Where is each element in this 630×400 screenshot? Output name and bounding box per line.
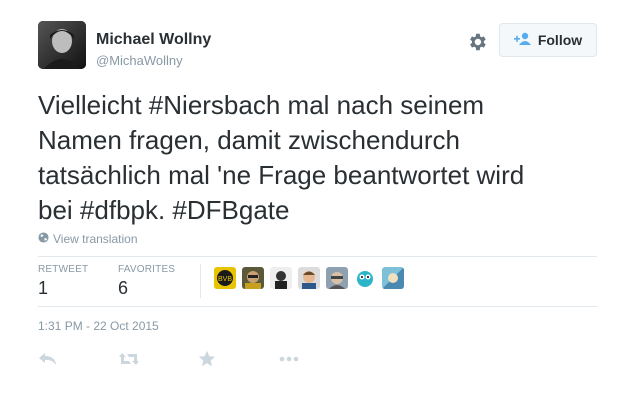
retweet-count[interactable]: RETWEET 1 (38, 264, 88, 299)
retweet-icon[interactable] (118, 350, 140, 370)
follow-label: Follow (537, 32, 583, 48)
divider (38, 256, 597, 257)
favorites-count[interactable]: FAVORITES 6 (118, 264, 175, 299)
favoriter-avatar[interactable]: BVB (214, 267, 236, 289)
favoriter-avatar[interactable] (298, 267, 320, 289)
favorites-label: FAVORITES (118, 264, 176, 275)
tweet-line: tatsächlich mal 'ne Frage beantwortet wi… (38, 160, 525, 190)
favorite-icon[interactable] (198, 350, 220, 370)
avatar-image (38, 21, 86, 69)
favoriter-avatar[interactable] (382, 267, 404, 289)
tweet-line: bei #dfbpk. #DFBgate (38, 195, 290, 225)
view-translation-link[interactable]: View translation (38, 232, 138, 246)
favoriter-avatar[interactable] (270, 267, 292, 289)
tweet-timestamp[interactable]: 1:31 PM - 22 Oct 2015 (38, 319, 159, 333)
tweet-line: Vielleicht #Niersbach mal nach seinem (38, 90, 485, 120)
favoriter-avatar[interactable] (242, 267, 264, 289)
profile-avatar[interactable] (38, 21, 86, 69)
view-translation-label: View translation (53, 232, 138, 246)
reply-icon[interactable] (38, 350, 60, 370)
retweet-value: 1 (38, 278, 49, 298)
globe-icon (38, 232, 49, 246)
user-handle[interactable]: @MichaWollny (96, 53, 183, 68)
add-person-icon (513, 32, 532, 49)
favoriter-avatar[interactable] (326, 267, 348, 289)
svg-text:BVB: BVB (218, 276, 232, 283)
more-icon[interactable] (278, 350, 300, 370)
tweet-text: Vielleicht #Niersbach mal nach seinem Na… (38, 88, 598, 228)
follow-button[interactable]: Follow (499, 23, 597, 57)
display-name[interactable]: Michael Wollny (96, 31, 211, 49)
stats-separator (200, 264, 201, 298)
favorites-value: 6 (118, 278, 129, 298)
retweet-label: RETWEET (38, 264, 89, 275)
tweet-line: Namen fragen, damit zwischendurch (38, 125, 460, 155)
favoriter-avatar[interactable] (354, 267, 376, 289)
gear-icon[interactable] (466, 31, 488, 53)
divider (38, 306, 597, 307)
favoriter-avatars: BVB (214, 267, 404, 289)
